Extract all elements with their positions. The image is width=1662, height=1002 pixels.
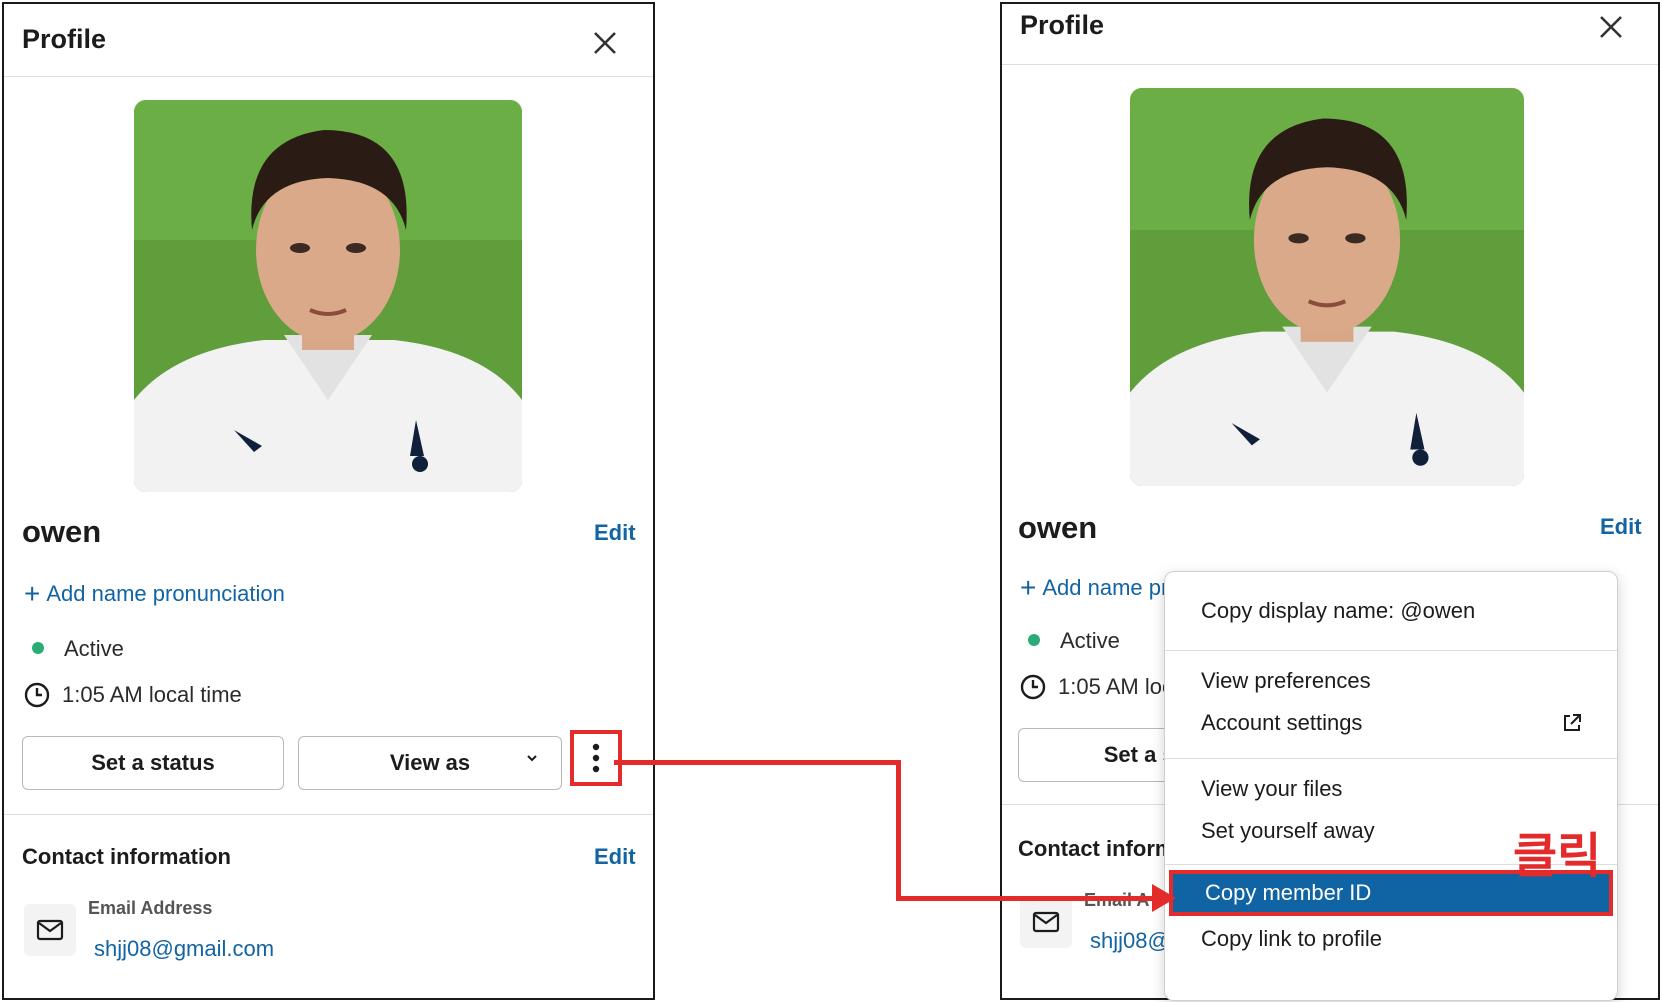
- status-text: Active: [64, 636, 124, 661]
- external-link-icon: [1561, 712, 1583, 740]
- active-dot-icon: [32, 642, 44, 654]
- menu-item-view-files[interactable]: View your files: [1165, 768, 1617, 810]
- annotation-connector: [896, 896, 1162, 901]
- menu-item-view-preferences[interactable]: View preferences: [1165, 660, 1617, 702]
- profile-header: Profile: [1002, 4, 1658, 65]
- mail-icon: [24, 904, 76, 956]
- profile-title: Profile: [22, 24, 107, 54]
- edit-name-link[interactable]: Edit: [1600, 514, 1642, 540]
- set-status-button[interactable]: Set a status: [22, 736, 284, 790]
- edit-contact-link[interactable]: Edit: [594, 844, 636, 870]
- menu-item-account-settings[interactable]: Account settings: [1165, 702, 1617, 744]
- annotation-connector: [614, 760, 900, 765]
- click-annotation-label: 클릭: [1513, 830, 1602, 883]
- clock-icon: [24, 682, 50, 714]
- active-dot-icon: [1028, 634, 1040, 646]
- view-as-button[interactable]: View as: [298, 736, 562, 790]
- add-pronunciation-label: Add name pro: [1042, 575, 1181, 600]
- profile-options-menu: Copy display name: @owen View preference…: [1164, 571, 1618, 1001]
- divider: [4, 814, 653, 815]
- mail-icon: [1020, 896, 1072, 948]
- contact-info-title: Contact informa: [1018, 836, 1187, 861]
- profile-photo: [134, 100, 522, 492]
- clock-icon: [1020, 674, 1046, 706]
- annotation-arrow-icon: [1152, 884, 1176, 912]
- menu-separator: [1165, 650, 1617, 651]
- plus-icon: +: [24, 578, 41, 609]
- email-link[interactable]: shjj08@gmail.com: [94, 936, 274, 962]
- close-icon[interactable]: [588, 26, 622, 60]
- edit-name-link[interactable]: Edit: [594, 520, 636, 546]
- add-pronunciation-label: Add name pronunciation: [46, 581, 285, 606]
- menu-item-copy-link[interactable]: Copy link to profile: [1165, 918, 1617, 960]
- profile-title: Profile: [1020, 10, 1105, 40]
- profile-name: owen: [22, 514, 102, 549]
- chevron-down-icon: [525, 751, 539, 770]
- local-time-row: 1:05 AM local time: [24, 682, 242, 714]
- profile-name: owen: [1018, 510, 1098, 545]
- local-time-text: 1:05 AM loc: [1058, 674, 1173, 699]
- contact-info-title: Contact information: [22, 844, 231, 869]
- menu-separator: [1165, 758, 1617, 759]
- local-time-row: 1:05 AM loc: [1020, 674, 1173, 706]
- close-icon[interactable]: [1594, 10, 1628, 44]
- profile-photo: [1130, 88, 1524, 486]
- vertical-ellipsis-icon: [592, 743, 600, 773]
- annotation-connector: [896, 760, 901, 900]
- menu-item-label: Account settings: [1201, 710, 1363, 735]
- plus-icon: +: [1020, 572, 1037, 603]
- status-row: Active: [24, 636, 124, 662]
- email-label: Email Address: [88, 898, 213, 918]
- add-pronunciation-link[interactable]: + Add name pronunciation: [24, 578, 285, 610]
- menu-item-copy-display-name[interactable]: Copy display name: @owen: [1165, 590, 1617, 632]
- view-as-label: View as: [389, 750, 471, 775]
- add-pronunciation-link[interactable]: + Add name pro: [1020, 572, 1181, 604]
- status-text: Active: [1060, 628, 1120, 653]
- local-time-text: 1:05 AM local time: [62, 682, 242, 707]
- more-options-button[interactable]: [570, 730, 622, 786]
- profile-panel-left: Profile owen Edit + Add name pronunciatio…: [2, 2, 655, 1000]
- status-row: Active: [1020, 628, 1120, 654]
- profile-header: Profile: [4, 4, 653, 77]
